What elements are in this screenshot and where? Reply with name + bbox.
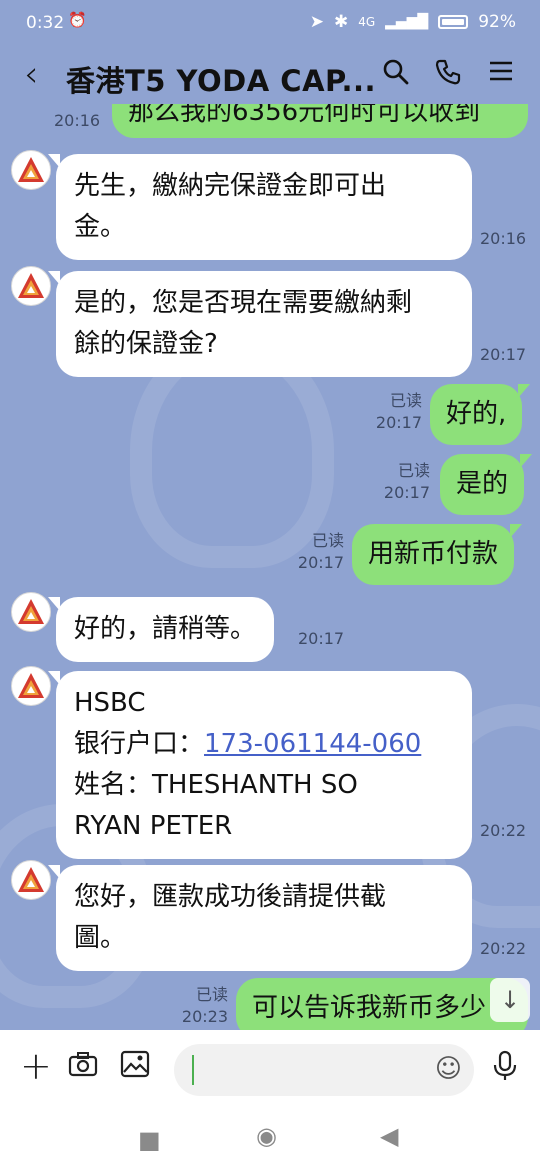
message-text: 好的，請稍等。	[74, 614, 257, 644]
scroll-down-button[interactable]: ↓	[490, 978, 530, 1022]
read-receipt: 已读 20:17	[375, 391, 422, 432]
phone-icon[interactable]	[434, 58, 462, 93]
home-icon[interactable]: ◉	[256, 1122, 277, 1150]
outgoing-message[interactable]: 好的,	[430, 384, 531, 445]
search-icon[interactable]	[382, 58, 410, 93]
chat-header: ‹ 香港T5 YODA CAP...	[0, 48, 540, 104]
chat-title[interactable]: 香港T5 YODA CAP...	[66, 58, 376, 100]
message-text: 餘的保證金?	[74, 329, 218, 359]
incoming-message[interactable]: HSBC 银行户口：173-061144-060 姓名：THESHANTH SO…	[48, 671, 472, 859]
name-label: 姓名：	[74, 770, 153, 800]
back-icon[interactable]: ‹	[24, 54, 38, 95]
status-time: 0:32	[26, 13, 65, 33]
plus-icon[interactable]: +	[20, 1044, 52, 1088]
name-row: 姓名：THESHANTH SO	[74, 765, 454, 806]
message-time: 20:22	[480, 939, 527, 958]
account-row: 银行户口：173-061144-060	[74, 724, 454, 765]
message-text: 是的，您是否現在需要繳納剩	[74, 288, 413, 318]
microphone-icon[interactable]	[492, 1050, 518, 1090]
message-time: 20:17	[480, 345, 527, 364]
menu-icon[interactable]	[488, 58, 514, 91]
account-number-link[interactable]: 173-061144-060	[204, 729, 421, 759]
message-time: 20:17	[298, 629, 345, 648]
battery-icon	[438, 15, 469, 29]
battery-percent: 92%	[478, 12, 516, 32]
read-receipt: 已读 20:23	[181, 985, 228, 1026]
message-text: 您好，匯款成功後請提供截	[74, 882, 387, 912]
chat-area[interactable]: 20:16 那么我的6356元何时可以收到 先生，繳納完保證金即可出 金。 20…	[0, 104, 540, 1030]
alarm-icon: ⏰	[68, 11, 87, 29]
message-text: 圖。	[74, 923, 127, 953]
outgoing-message[interactable]: 可以告诉我新币多少	[236, 978, 528, 1030]
outgoing-message[interactable]: 是的	[440, 454, 533, 515]
read-receipt: 已读 20:17	[383, 461, 430, 502]
signal-icon: ▂▄▆█	[385, 14, 429, 30]
account-holder-name-cont: RYAN PETER	[74, 811, 233, 841]
read-receipt: 已读 20:17	[297, 531, 344, 572]
status-icons: ➤ ✱ 4G ▂▄▆█ 92%	[310, 12, 516, 32]
message-text: 可以告诉我新币多少	[252, 993, 487, 1023]
avatar[interactable]	[11, 592, 51, 632]
message-time: 20:22	[480, 821, 527, 840]
avatar[interactable]	[11, 666, 51, 706]
incoming-message[interactable]: 是的，您是否現在需要繳納剩 餘的保證金?	[48, 271, 472, 377]
outgoing-message[interactable]: 用新币付款	[352, 524, 523, 585]
message-text: 金。	[74, 212, 127, 242]
text-cursor	[192, 1055, 194, 1085]
account-label: 银行户口：	[74, 729, 205, 759]
message-text: 先生，繳納完保證金即可出	[74, 171, 387, 201]
bluetooth-icon: ✱	[333, 12, 349, 32]
message-text: 是的	[456, 469, 509, 499]
incoming-message[interactable]: 先生，繳納完保證金即可出 金。	[48, 154, 472, 260]
image-icon[interactable]	[120, 1050, 150, 1086]
back-nav-icon[interactable]: ◀	[380, 1122, 398, 1150]
recent-apps-icon[interactable]: ■	[138, 1126, 161, 1154]
avatar[interactable]	[11, 150, 51, 190]
message-text: 好的,	[446, 399, 507, 429]
message-time: 20:16	[480, 229, 527, 248]
system-nav-bar: ■ ◉ ◀	[0, 1110, 540, 1170]
account-holder-name: THESHANTH SO	[152, 770, 358, 800]
emoji-icon[interactable]: ☺	[435, 1054, 462, 1084]
camera-icon[interactable]	[68, 1050, 98, 1086]
status-bar: 0:32 ⏰ ➤ ✱ 4G ▂▄▆█ 92%	[0, 0, 540, 48]
network-type: 4G	[358, 15, 376, 29]
avatar[interactable]	[11, 266, 51, 306]
message-time: 20:16	[54, 111, 101, 130]
incoming-message[interactable]: 您好，匯款成功後請提供截 圖。	[48, 865, 472, 971]
incoming-message[interactable]: 好的，請稍等。	[47, 597, 275, 662]
message-text: 用新币付款	[368, 539, 499, 569]
message-input[interactable]: ☺	[174, 1044, 474, 1096]
input-bar: + ☺	[0, 1030, 540, 1110]
outgoing-message[interactable]: 那么我的6356元何时可以收到	[112, 104, 528, 138]
avatar[interactable]	[11, 860, 51, 900]
message-text: 那么我的6356元何时可以收到	[128, 104, 481, 127]
location-icon: ➤	[309, 12, 324, 32]
bank-name: HSBC	[74, 688, 146, 718]
